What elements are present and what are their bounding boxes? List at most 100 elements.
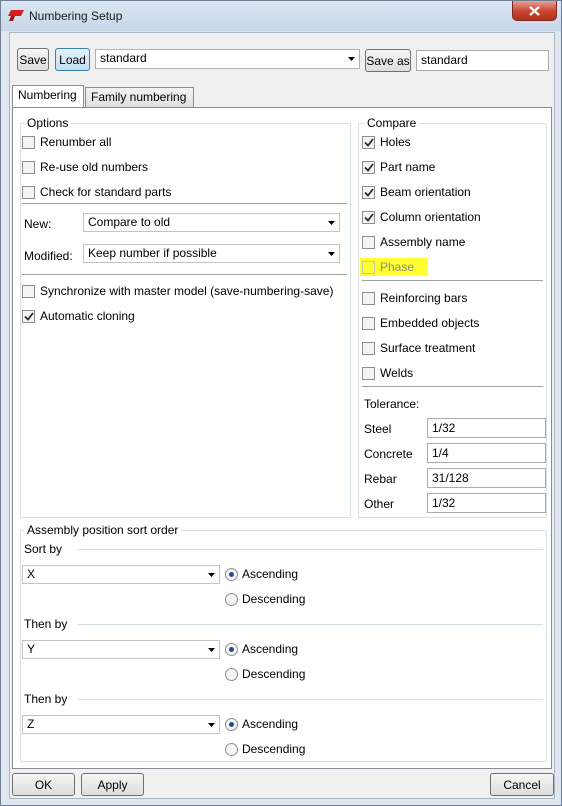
chevron-down-icon (328, 252, 335, 256)
checkbox-label: Check for standard parts (40, 185, 172, 199)
divider (362, 386, 543, 387)
save-as-button[interactable]: Save as (365, 49, 411, 72)
divider (22, 274, 347, 275)
check-standard-parts-checkbox[interactable]: Check for standard parts (22, 185, 171, 199)
checkbox-box[interactable] (22, 309, 35, 323)
then-by-value: Y (27, 642, 36, 656)
radio-button[interactable] (225, 642, 238, 656)
then-by-label: Then by (24, 617, 68, 631)
compare-reinforcing-bars-checkbox[interactable]: Reinforcing bars (362, 291, 467, 305)
radio-label: Ascending (242, 717, 299, 731)
reuse-old-numbers-checkbox[interactable]: Re-use old numbers (22, 160, 148, 174)
checkmark-icon (23, 311, 34, 321)
renumber-all-checkbox[interactable]: Renumber all (22, 135, 111, 149)
preset-dropdown[interactable]: standard (95, 49, 360, 69)
then-by-label: Then by (24, 692, 68, 706)
chevron-down-icon (208, 723, 215, 727)
tab-family-numbering[interactable]: Family numbering (85, 87, 194, 107)
checkbox-box[interactable] (362, 260, 375, 274)
radio-label: Descending (242, 667, 306, 681)
then-by-1-descending-radio[interactable]: Descending (225, 667, 305, 681)
new-mode-dropdown[interactable]: Compare to old (83, 213, 340, 232)
checkbox-box[interactable] (22, 284, 35, 298)
then-by-dropdown-2[interactable]: Z (22, 715, 220, 734)
app-logo-icon (8, 10, 24, 24)
checkbox-box[interactable] (362, 135, 375, 149)
radio-button[interactable] (225, 592, 238, 606)
window-title: Numbering Setup (29, 9, 123, 23)
new-mode-value: Compare to old (88, 215, 171, 229)
checkbox-box[interactable] (22, 160, 35, 174)
checkbox-box[interactable] (22, 185, 35, 199)
apply-button[interactable]: Apply (81, 773, 144, 796)
tolerance-label: Tolerance: (364, 397, 420, 411)
tolerance-steel-label: Steel (364, 422, 392, 436)
load-button[interactable]: Load (55, 48, 90, 71)
compare-surface-treatment-checkbox[interactable]: Surface treatment (362, 341, 475, 355)
automatic-cloning-checkbox[interactable]: Automatic cloning (22, 309, 135, 323)
radio-label: Ascending (242, 642, 299, 656)
checkmark-icon (363, 187, 374, 197)
tolerance-concrete-input[interactable]: 1/4 (427, 443, 546, 463)
checkmark-icon (363, 212, 374, 222)
checkbox-box[interactable] (362, 291, 375, 305)
checkbox-label: Embedded objects (380, 316, 480, 330)
sort-by-value: X (27, 567, 36, 581)
then-by-2-descending-radio[interactable]: Descending (225, 742, 305, 756)
checkbox-label: Synchronize with master model (save-numb… (40, 284, 334, 298)
divider (77, 549, 543, 550)
checkbox-box[interactable] (362, 160, 375, 174)
compare-part-name-checkbox[interactable]: Part name (362, 160, 435, 174)
checkbox-label: Holes (380, 135, 411, 149)
checkbox-label: Automatic cloning (40, 309, 135, 323)
checkmark-icon (363, 137, 374, 147)
radio-button[interactable] (225, 667, 238, 681)
sort-by-label: Sort by (24, 542, 63, 556)
cancel-button[interactable]: Cancel (490, 773, 554, 796)
checkbox-label: Beam orientation (380, 185, 471, 199)
checkbox-box[interactable] (22, 135, 35, 149)
then-by-2-ascending-radio[interactable]: Ascending (225, 717, 298, 731)
checkbox-label: Assembly name (380, 235, 466, 249)
save-as-name-input[interactable]: standard (416, 50, 549, 71)
compare-embedded-objects-checkbox[interactable]: Embedded objects (362, 316, 479, 330)
compare-assembly-name-checkbox[interactable]: Assembly name (362, 235, 465, 249)
checkbox-box[interactable] (362, 341, 375, 355)
checkbox-box[interactable] (362, 210, 375, 224)
title-bar[interactable]: Numbering Setup (1, 1, 561, 31)
compare-holes-checkbox[interactable]: Holes (362, 135, 411, 149)
sort-by-dropdown[interactable]: X (22, 565, 220, 584)
checkbox-box[interactable] (362, 366, 375, 380)
radio-button[interactable] (225, 567, 238, 581)
checkbox-label: Phase (380, 260, 415, 274)
ok-button[interactable]: OK (12, 773, 75, 796)
tolerance-rebar-input[interactable]: 31/128 (427, 468, 546, 488)
numbering-setup-window: Numbering Setup Save Load standard Save … (0, 0, 562, 806)
radio-button[interactable] (225, 717, 238, 731)
compare-phase-checkbox[interactable]: Phase (360, 258, 428, 276)
radio-button[interactable] (225, 742, 238, 756)
checkbox-box[interactable] (362, 185, 375, 199)
checkbox-box[interactable] (362, 316, 375, 330)
modified-mode-dropdown[interactable]: Keep number if possible (83, 244, 340, 263)
then-by-dropdown-1[interactable]: Y (22, 640, 220, 659)
options-group-title: Options (24, 116, 72, 130)
tolerance-concrete-label: Concrete (364, 447, 413, 461)
then-by-1-ascending-radio[interactable]: Ascending (225, 642, 298, 656)
checkbox-label: Renumber all (40, 135, 112, 149)
sort-by-descending-radio[interactable]: Descending (225, 592, 305, 606)
sort-by-ascending-radio[interactable]: Ascending (225, 567, 298, 581)
tolerance-steel-input[interactable]: 1/32 (427, 418, 546, 438)
synchronize-master-checkbox[interactable]: Synchronize with master model (save-numb… (22, 284, 333, 298)
checkbox-box[interactable] (362, 235, 375, 249)
checkmark-icon (363, 162, 374, 172)
compare-welds-checkbox[interactable]: Welds (362, 366, 413, 380)
save-button[interactable]: Save (17, 48, 49, 71)
tab-numbering[interactable]: Numbering (12, 85, 84, 107)
close-button[interactable] (512, 1, 557, 21)
close-icon (529, 5, 540, 16)
tolerance-other-input[interactable]: 1/32 (427, 493, 546, 513)
compare-beam-orientation-checkbox[interactable]: Beam orientation (362, 185, 471, 199)
compare-column-orientation-checkbox[interactable]: Column orientation (362, 210, 481, 224)
chevron-down-icon (208, 573, 215, 577)
